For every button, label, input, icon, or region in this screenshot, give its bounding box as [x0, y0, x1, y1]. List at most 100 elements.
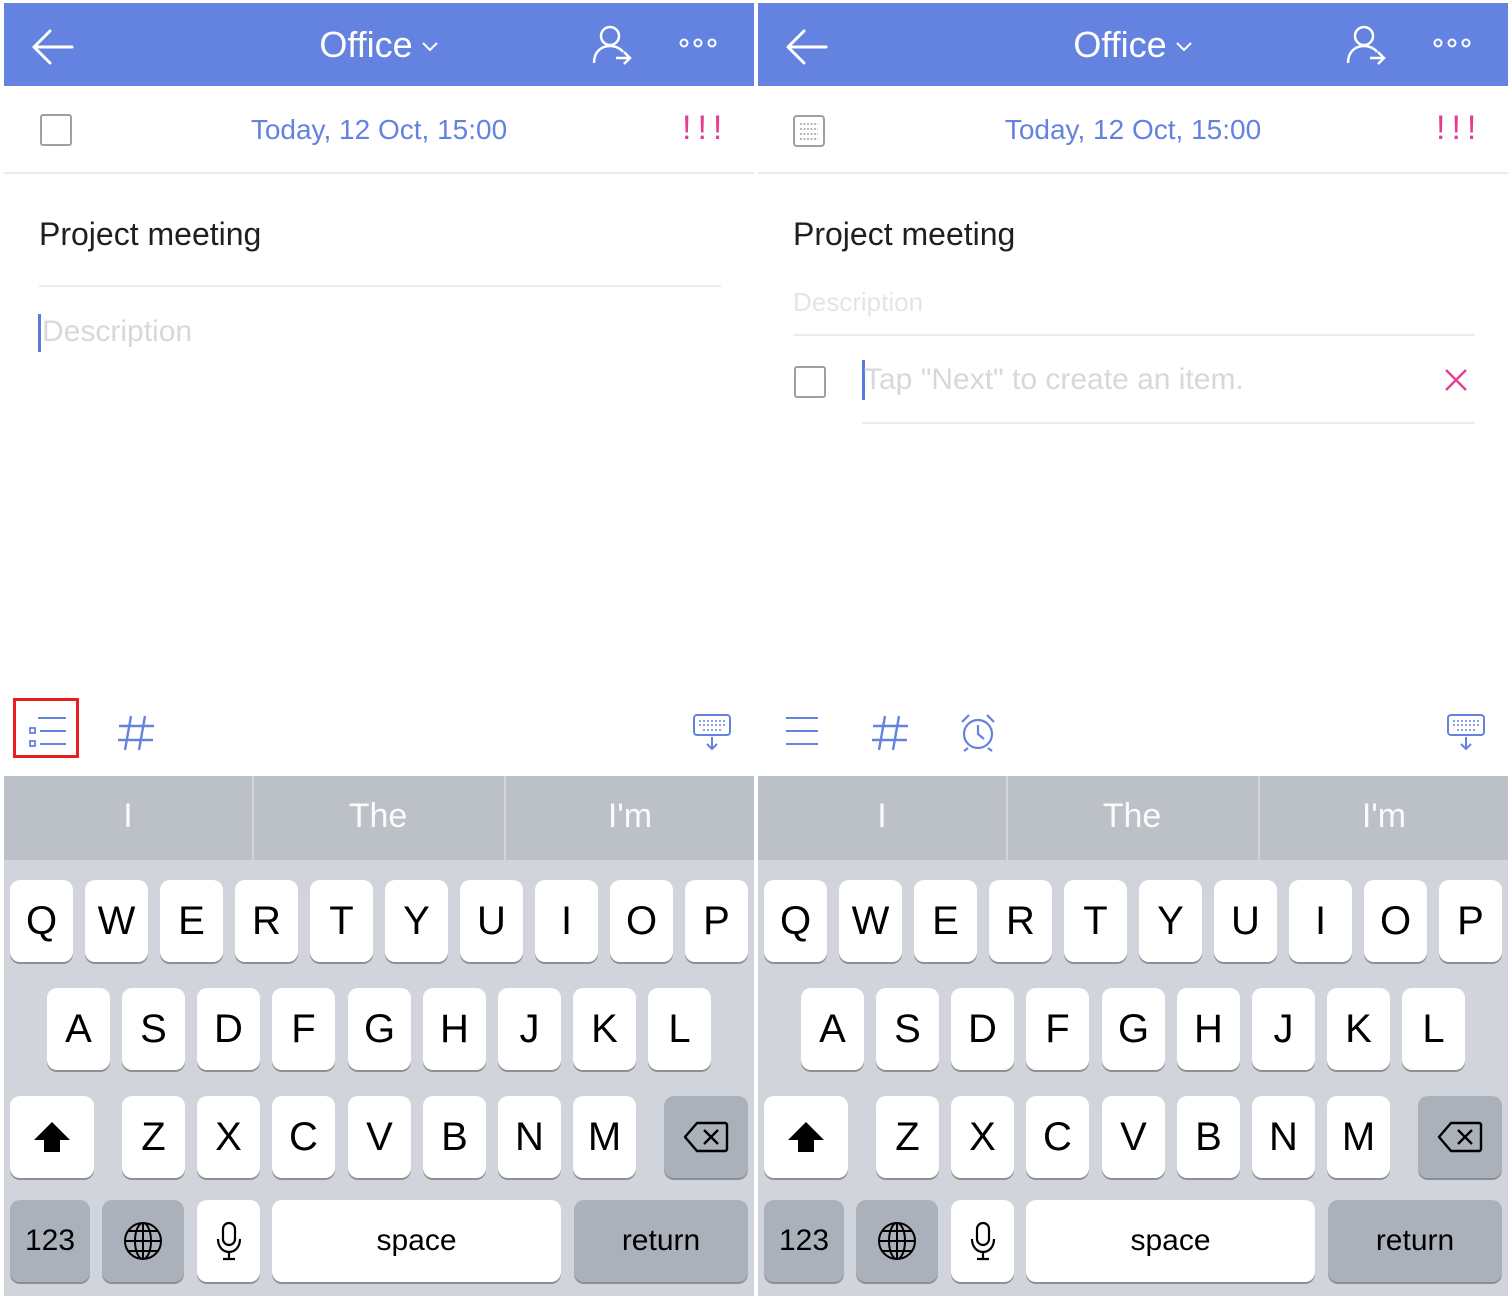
- panel-left: Office Today, 12 Oct, 15:00 !!! Project …: [4, 0, 754, 1296]
- list-title-label: Office: [319, 24, 413, 65]
- space-key[interactable]: space: [272, 1200, 561, 1282]
- key-t[interactable]: T: [1064, 880, 1127, 962]
- key-m[interactable]: M: [1327, 1096, 1390, 1178]
- key-u[interactable]: U: [1214, 880, 1277, 962]
- key-x[interactable]: X: [951, 1096, 1014, 1178]
- key-q[interactable]: Q: [10, 880, 73, 962]
- globe-key[interactable]: [102, 1200, 184, 1282]
- panel-right: Office Today, 12 Oct, 15:00 !!! Project …: [758, 0, 1508, 1296]
- key-p[interactable]: P: [685, 880, 748, 962]
- key-s[interactable]: S: [876, 988, 939, 1070]
- assign-user-icon[interactable]: [590, 23, 634, 67]
- numbers-key[interactable]: 123: [10, 1200, 90, 1282]
- key-b[interactable]: B: [1177, 1096, 1240, 1178]
- hashtag-icon[interactable]: [116, 712, 156, 752]
- checklist-item-checkbox[interactable]: [794, 366, 826, 398]
- key-o[interactable]: O: [1364, 880, 1427, 962]
- key-n[interactable]: N: [498, 1096, 561, 1178]
- suggestion[interactable]: I: [758, 776, 1006, 860]
- keyboard-dismiss-icon[interactable]: [1446, 712, 1486, 752]
- key-f[interactable]: F: [1026, 988, 1089, 1070]
- due-date[interactable]: Today, 12 Oct, 15:00: [4, 112, 754, 148]
- key-k[interactable]: K: [1327, 988, 1390, 1070]
- key-d[interactable]: D: [197, 988, 260, 1070]
- task-title[interactable]: Project meeting: [793, 212, 1015, 256]
- priority-indicator[interactable]: !!!: [1436, 108, 1482, 148]
- description-input[interactable]: Description: [793, 282, 923, 322]
- key-z[interactable]: Z: [876, 1096, 939, 1178]
- key-n[interactable]: N: [1252, 1096, 1315, 1178]
- key-r[interactable]: R: [235, 880, 298, 962]
- space-key[interactable]: space: [1026, 1200, 1315, 1282]
- key-w[interactable]: W: [85, 880, 148, 962]
- key-u[interactable]: U: [460, 880, 523, 962]
- key-d[interactable]: D: [951, 988, 1014, 1070]
- suggestion-bar: I The I'm: [4, 776, 754, 860]
- backspace-key[interactable]: [1418, 1096, 1502, 1178]
- more-icon[interactable]: [676, 29, 720, 57]
- key-i[interactable]: I: [1289, 880, 1352, 962]
- key-c[interactable]: C: [272, 1096, 335, 1178]
- more-icon[interactable]: [1430, 29, 1474, 57]
- key-w[interactable]: W: [839, 880, 902, 962]
- dictation-key[interactable]: [197, 1200, 260, 1282]
- key-t[interactable]: T: [310, 880, 373, 962]
- key-j[interactable]: J: [1252, 988, 1315, 1070]
- due-date[interactable]: Today, 12 Oct, 15:00: [758, 112, 1508, 148]
- key-b[interactable]: B: [423, 1096, 486, 1178]
- key-l[interactable]: L: [1402, 988, 1465, 1070]
- key-q[interactable]: Q: [764, 880, 827, 962]
- list-title[interactable]: Office: [4, 21, 754, 69]
- alarm-icon[interactable]: [958, 712, 998, 752]
- return-key[interactable]: return: [1328, 1200, 1502, 1282]
- key-y[interactable]: Y: [1139, 880, 1202, 962]
- key-h[interactable]: H: [423, 988, 486, 1070]
- checklist-icon[interactable]: [28, 712, 68, 752]
- description-input[interactable]: Description: [42, 312, 192, 352]
- dictation-key[interactable]: [951, 1200, 1014, 1282]
- key-e[interactable]: E: [914, 880, 977, 962]
- key-i[interactable]: I: [535, 880, 598, 962]
- key-l[interactable]: L: [648, 988, 711, 1070]
- shift-key[interactable]: [764, 1096, 848, 1178]
- return-key[interactable]: return: [574, 1200, 748, 1282]
- suggestion[interactable]: I'm: [506, 776, 754, 860]
- key-y[interactable]: Y: [385, 880, 448, 962]
- globe-key[interactable]: [856, 1200, 938, 1282]
- key-h[interactable]: H: [1177, 988, 1240, 1070]
- hashtag-icon[interactable]: [870, 712, 910, 752]
- key-g[interactable]: G: [1102, 988, 1165, 1070]
- key-j[interactable]: J: [498, 988, 561, 1070]
- suggestion[interactable]: The: [254, 776, 502, 860]
- key-m[interactable]: M: [573, 1096, 636, 1178]
- key-v[interactable]: V: [1102, 1096, 1165, 1178]
- key-s[interactable]: S: [122, 988, 185, 1070]
- key-r[interactable]: R: [989, 880, 1052, 962]
- key-e[interactable]: E: [160, 880, 223, 962]
- suggestion[interactable]: I: [4, 776, 252, 860]
- key-g[interactable]: G: [348, 988, 411, 1070]
- shift-key[interactable]: [10, 1096, 94, 1178]
- numbers-key[interactable]: 123: [764, 1200, 844, 1282]
- list-title[interactable]: Office: [758, 21, 1508, 69]
- key-p[interactable]: P: [1439, 880, 1502, 962]
- key-k[interactable]: K: [573, 988, 636, 1070]
- key-z[interactable]: Z: [122, 1096, 185, 1178]
- backspace-key[interactable]: [664, 1096, 748, 1178]
- key-c[interactable]: C: [1026, 1096, 1089, 1178]
- checklist-item-input[interactable]: Tap "Next" to create an item.: [864, 360, 1244, 400]
- key-o[interactable]: O: [610, 880, 673, 962]
- suggestion[interactable]: I'm: [1260, 776, 1508, 860]
- key-a[interactable]: A: [47, 988, 110, 1070]
- key-f[interactable]: F: [272, 988, 335, 1070]
- key-v[interactable]: V: [348, 1096, 411, 1178]
- remove-item-icon[interactable]: [1442, 366, 1470, 394]
- key-x[interactable]: X: [197, 1096, 260, 1178]
- keyboard-dismiss-icon[interactable]: [692, 712, 732, 752]
- task-title[interactable]: Project meeting: [39, 212, 261, 256]
- assign-user-icon[interactable]: [1344, 23, 1388, 67]
- suggestion[interactable]: The: [1008, 776, 1256, 860]
- priority-indicator[interactable]: !!!: [682, 108, 728, 148]
- list-icon[interactable]: [782, 712, 822, 752]
- key-a[interactable]: A: [801, 988, 864, 1070]
